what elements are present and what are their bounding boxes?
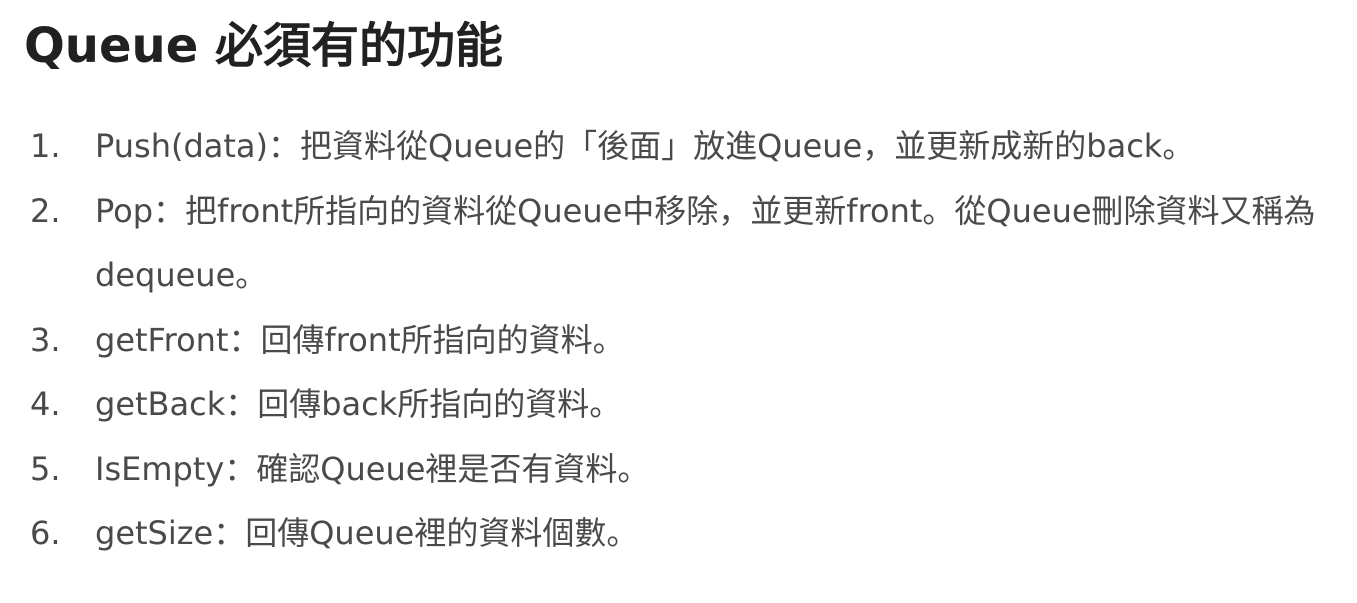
list-item-number: 3.: [30, 320, 61, 359]
list-item: 4. getBack：回傳back所指向的資料。: [0, 372, 1357, 437]
list-item-number: 5.: [30, 449, 61, 488]
list-item-text: getFront：回傳front所指向的資料。: [95, 320, 625, 359]
list-item-text: Pop：把front所指向的資料從Queue中移除，並更新front。從Queu…: [95, 191, 1316, 295]
list-item-number: 6.: [30, 514, 61, 552]
list-item: 6. getSize：回傳Queue裡的資料個數。: [0, 501, 1357, 566]
queue-function-list: 1. Push(data)：把資料從Queue的「後面」放進Queue，並更新成…: [0, 114, 1357, 566]
list-item-text: Push(data)：把資料從Queue的「後面」放進Queue，並更新成新的b…: [95, 127, 1195, 165]
list-item: 3. getFront：回傳front所指向的資料。: [0, 308, 1357, 373]
list-item: 1. Push(data)：把資料從Queue的「後面」放進Queue，並更新成…: [0, 114, 1357, 179]
list-item-text: IsEmpty：確認Queue裡是否有資料。: [95, 449, 650, 488]
list-item-number: 4.: [30, 385, 61, 423]
page-title: Queue 必須有的功能: [24, 18, 503, 74]
list-item-number: 1.: [30, 127, 61, 165]
list-item-text: getBack：回傳back所指向的資料。: [95, 385, 622, 423]
list-item: 5. IsEmpty：確認Queue裡是否有資料。: [0, 437, 1357, 502]
list-item-text: getSize：回傳Queue裡的資料個數。: [95, 514, 639, 552]
list-item: 2. Pop：把front所指向的資料從Queue中移除，並更新front。從Q…: [0, 179, 1357, 308]
list-item-number: 2.: [30, 191, 61, 230]
